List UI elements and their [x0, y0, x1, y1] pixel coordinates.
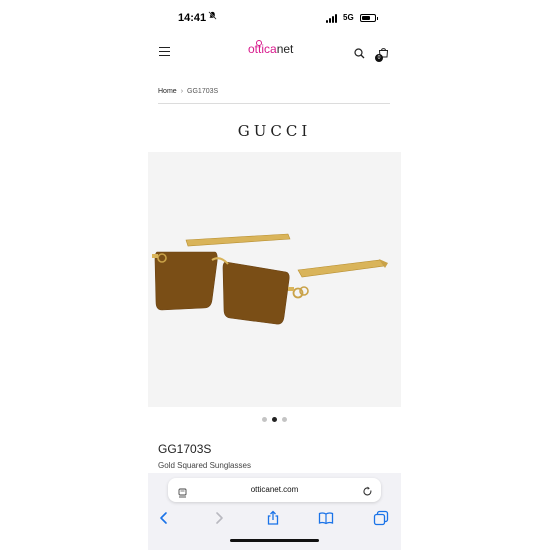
network-type: 5G	[343, 13, 354, 22]
reload-icon[interactable]	[362, 484, 373, 496]
breadcrumb: Home › GG1703S	[158, 88, 218, 95]
brand-title: GUCCI	[237, 122, 312, 140]
breadcrumb-current: GG1703S	[187, 88, 219, 95]
tabs-icon[interactable]	[373, 510, 389, 526]
breadcrumb-home[interactable]: Home	[158, 88, 177, 95]
cart-count-badge[interactable]: 0	[375, 54, 383, 62]
gallery-dot[interactable]	[282, 417, 287, 422]
gallery-dot[interactable]	[262, 417, 267, 422]
battery-level	[362, 16, 371, 20]
logo-suffix: net	[276, 42, 294, 56]
book-icon[interactable]	[318, 510, 334, 526]
chevron-right-icon[interactable]	[211, 510, 227, 526]
home-indicator[interactable]	[230, 539, 319, 542]
url-text[interactable]: otticanet.com	[168, 485, 381, 494]
product-image[interactable]	[148, 152, 401, 407]
signal-icon	[326, 14, 340, 23]
header-divider	[158, 103, 390, 104]
gallery-dot-active[interactable]	[272, 417, 277, 422]
product-description: Gold Squared Sunglasses	[158, 461, 251, 470]
browser-nav-row	[148, 510, 401, 526]
logo-ring-icon	[256, 40, 262, 46]
hamburger-menu-icon[interactable]	[159, 47, 170, 57]
breadcrumb-separator: ›	[180, 88, 184, 95]
search-icon[interactable]	[354, 46, 365, 59]
phone-screen: 14:41 5G otticanet 0 Home › GG1703S GUCC…	[148, 0, 401, 550]
logo-prefix: ottica	[248, 42, 277, 56]
browser-toolbar: otticanet.com	[148, 473, 401, 550]
bell-slash-icon	[208, 11, 217, 22]
battery-icon	[360, 14, 378, 22]
status-time: 14:41	[178, 12, 207, 24]
status-bar: 14:41 5G	[148, 8, 401, 28]
sunglasses-image	[152, 233, 388, 325]
gallery-dots	[262, 417, 292, 423]
product-name: GG1703S	[158, 442, 212, 456]
share-icon[interactable]	[265, 510, 281, 526]
site-logo[interactable]: otticanet	[248, 40, 294, 56]
address-bar[interactable]: otticanet.com	[168, 478, 381, 502]
chevron-left-icon[interactable]	[156, 510, 172, 526]
